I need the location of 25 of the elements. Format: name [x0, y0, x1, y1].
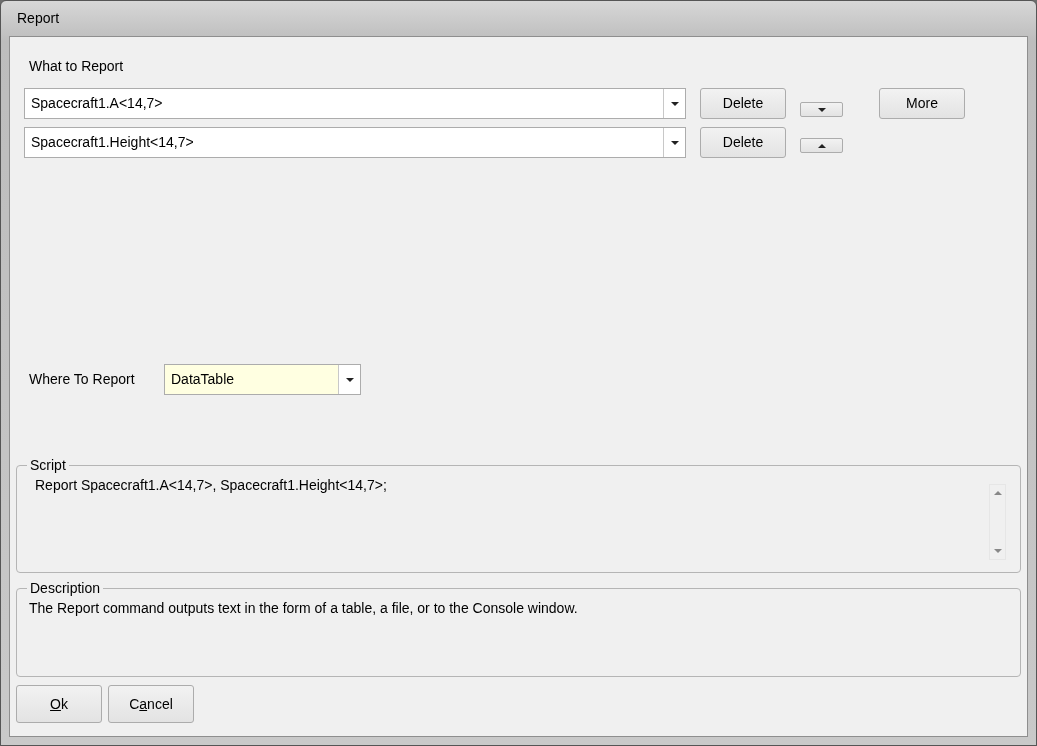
variable-dropdown[interactable]: Spacecraft1.A<14,7> [24, 88, 686, 119]
scroll-up-icon [993, 491, 1002, 495]
dropdown-arrow-icon [345, 377, 354, 382]
move-down-button[interactable] [800, 102, 843, 117]
window-title: Report [17, 9, 60, 28]
description-text: The Report command outputs text in the form of a table, a file, or to the Console window. [29, 599, 578, 618]
delete-button[interactable]: Delete [700, 127, 786, 158]
move-up-button[interactable] [800, 138, 843, 153]
what-to-report-label: What to Report [29, 58, 124, 74]
script-text: Report Spacecraft1.A<14,7>, Spacecraft1.Height<14,7>; [34, 476, 387, 495]
delete-button[interactable]: Delete [700, 88, 786, 119]
description-legend: Description [27, 581, 104, 595]
scrollbar[interactable] [989, 484, 1006, 560]
more-button[interactable]: More [879, 88, 965, 119]
cancel-button[interactable]: Cancel [108, 685, 194, 723]
destination-dropdown[interactable]: DataTable [164, 364, 361, 395]
where-to-report-label: Where To Report [29, 370, 136, 389]
scroll-down-icon [993, 549, 1002, 553]
script-legend: Script [27, 458, 69, 472]
triangle-up-icon [817, 143, 826, 148]
ok-button[interactable]: Ok [16, 685, 102, 723]
variable-dropdown[interactable]: Spacecraft1.Height<14,7> [24, 127, 686, 158]
dropdown-arrow-icon [670, 101, 679, 106]
triangle-down-icon [817, 107, 826, 112]
dropdown-arrow-icon [670, 140, 679, 145]
